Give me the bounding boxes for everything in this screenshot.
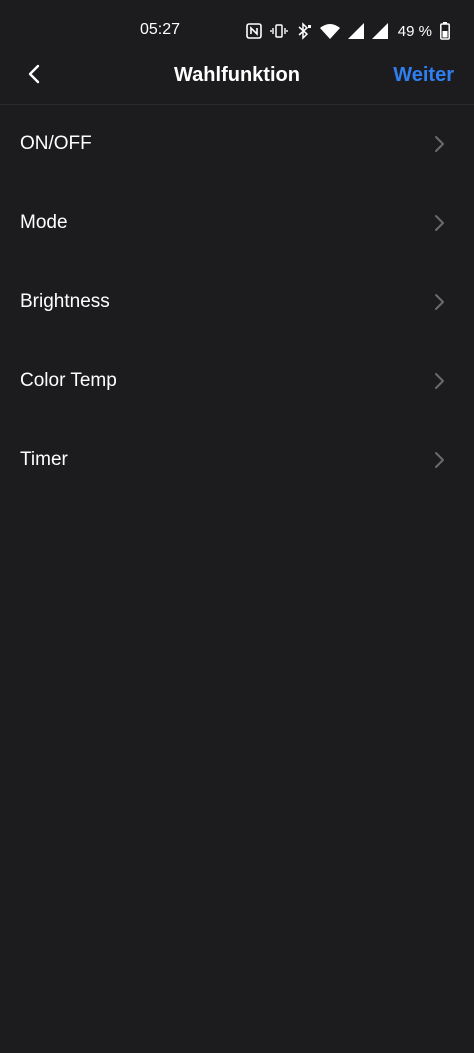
list-item-label: ON/OFF [20, 133, 92, 154]
list-item-label: Brightness [20, 291, 110, 312]
list-item-timer[interactable]: Timer [0, 421, 474, 500]
list-item-color-temp[interactable]: Color Temp [0, 342, 474, 421]
list-item-label: Color Temp [20, 370, 117, 391]
next-button[interactable]: Weiter [393, 64, 454, 87]
battery-icon [440, 22, 450, 40]
chevron-right-icon [434, 135, 446, 153]
status-time: 05:27 [140, 21, 181, 38]
list-item-label: Mode [20, 212, 68, 233]
screen: 05:27 49 % Wahlfunktion Weiter ON/OFF Mo… [0, 0, 474, 1053]
status-icons: 49 % [245, 20, 450, 42]
header: Wahlfunktion Weiter [0, 48, 474, 104]
wifi-icon [319, 23, 340, 39]
signal-icon [347, 23, 364, 39]
chevron-right-icon [434, 293, 446, 311]
list-item-mode[interactable]: Mode [0, 184, 474, 263]
vibrate-icon [270, 23, 288, 39]
signal-icon [371, 23, 388, 39]
chevron-right-icon [434, 372, 446, 390]
chevron-right-icon [434, 214, 446, 232]
function-list: ON/OFF Mode Brightness Color Temp Timer [0, 105, 474, 500]
list-item-on-off[interactable]: ON/OFF [0, 105, 474, 184]
nfc-icon [245, 23, 262, 39]
bluetooth-icon [296, 22, 312, 40]
battery-percent: 49 % [397, 22, 432, 40]
list-item-label: Timer [20, 449, 68, 470]
list-item-brightness[interactable]: Brightness [0, 263, 474, 342]
chevron-right-icon [434, 451, 446, 469]
